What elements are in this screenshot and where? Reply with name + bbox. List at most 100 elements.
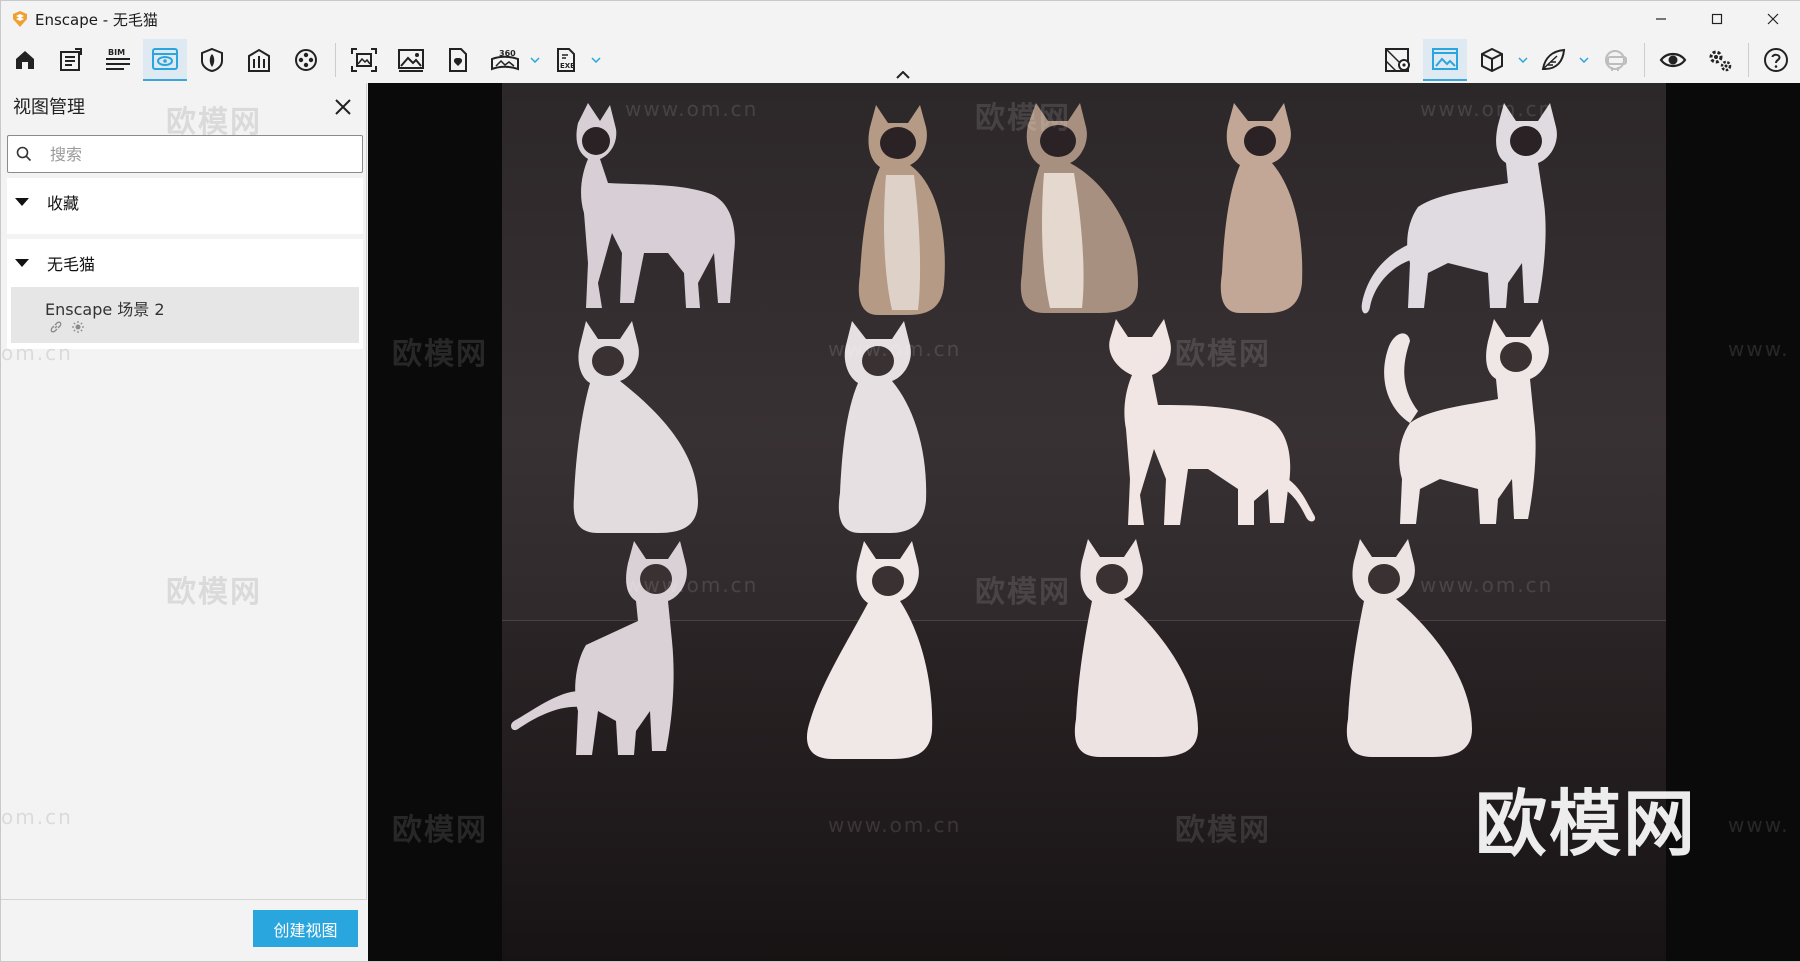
watermark-text: 欧模网 [975, 101, 1071, 136]
search-icon [16, 146, 32, 162]
watermark-text: 欧模网 [1175, 813, 1271, 848]
sphynx-cat-image [576, 103, 735, 308]
sun-icon [72, 321, 84, 333]
watermark-url: www. [1728, 337, 1790, 361]
panorama-button[interactable]: 360 [483, 39, 527, 81]
globe-shield-icon [201, 47, 223, 73]
watermark-url: www.om.cn [625, 97, 759, 121]
view-management-button[interactable] [143, 39, 187, 81]
create-view-button[interactable]: 创建视图 [253, 910, 358, 947]
watermark-url: om.cn [1, 805, 73, 829]
triangle-down-icon [15, 259, 29, 267]
minimap-button[interactable] [1376, 39, 1420, 81]
window-title: Enscape - 无毛猫 [35, 10, 158, 29]
watermark-url: www.om.cn [625, 573, 759, 597]
bim-list-icon: BIM [106, 48, 130, 70]
watermark-url: www.om.cn [1420, 573, 1554, 597]
export-dropdown[interactable] [589, 47, 603, 73]
svg-text:EXE: EXE [560, 62, 575, 70]
watermark-url: www.om.cn [1420, 97, 1554, 121]
general-settings-button[interactable] [1698, 39, 1742, 81]
bim-button[interactable]: BIM [96, 39, 140, 81]
atmosphere-button[interactable] [190, 39, 234, 81]
watermark-url: om.cn [1, 341, 73, 365]
view-mode-button[interactable] [1470, 39, 1514, 81]
watermark-text: 欧模网 [1175, 337, 1271, 372]
watermark-url: www.om.cn [828, 337, 962, 361]
material-dropdown[interactable] [1577, 47, 1591, 73]
close-icon [1767, 13, 1779, 25]
panorama-360-icon: 360 [491, 49, 519, 71]
watermark-logo-text: 欧模网 [1475, 782, 1698, 866]
watermark-text: 欧模网 [166, 105, 262, 140]
capture-frame-icon [351, 48, 377, 72]
watermark-text: 欧模网 [392, 813, 488, 848]
home-icon [16, 51, 34, 69]
film-reel-icon [295, 49, 317, 71]
vr-headset-icon [1605, 50, 1627, 71]
chevron-down-icon [591, 57, 601, 63]
sphynx-cat-image [806, 541, 933, 759]
batch-render-button[interactable] [389, 39, 433, 81]
sphynx-cat-image [1361, 103, 1557, 314]
view-management-panel: 视图管理 收藏 无毛猫 Enscape 场景 2 [1, 83, 367, 961]
view-item[interactable]: Enscape 场景 2 [11, 287, 359, 343]
exe-file-icon: EXE [557, 48, 575, 72]
maximize-button[interactable] [1689, 1, 1745, 37]
panorama-dropdown[interactable] [528, 47, 542, 73]
collapse-toolbar-button[interactable] [893, 67, 913, 83]
panel-footer: 创建视图 [1, 899, 367, 961]
vr-headset-button[interactable] [1594, 39, 1638, 81]
watermark-url: www.om.cn [828, 813, 962, 837]
video-editor-button[interactable] [284, 39, 328, 81]
chevron-down-icon [1579, 57, 1589, 63]
favorites-header[interactable]: 收藏 [7, 178, 363, 226]
sphynx-cat-image [573, 321, 698, 533]
visual-settings-button[interactable] [1651, 39, 1695, 81]
sphynx-cat-image [1384, 319, 1549, 524]
sphynx-cat-image [1074, 539, 1198, 757]
render-viewport[interactable]: 欧模网 www.om.cn www.om.cn 欧模网 www.om.cn 欧模… [368, 83, 1800, 961]
chevron-down-icon [1518, 57, 1528, 63]
view-mode-dropdown[interactable] [1516, 47, 1530, 73]
close-window-button[interactable] [1745, 1, 1800, 37]
map-pin-icon [1385, 48, 1410, 72]
help-button[interactable] [1754, 39, 1798, 81]
link-icon [50, 321, 62, 333]
watermark-text: 欧模网 [392, 337, 488, 372]
scene-group-header[interactable]: 无毛猫 [7, 239, 363, 287]
chevron-down-icon [530, 57, 540, 63]
file-export-icon [449, 48, 467, 72]
export-pdf-button[interactable] [436, 39, 480, 81]
watermark-url: www. [1728, 813, 1790, 837]
cube-icon [1481, 47, 1503, 73]
watermark-text: 欧模网 [975, 575, 1071, 610]
eye-icon [1659, 52, 1687, 68]
screenshot-button[interactable] [342, 39, 386, 81]
render-window-button[interactable] [1423, 39, 1467, 81]
panel-title: 视图管理 [13, 97, 85, 118]
search-input[interactable] [50, 144, 340, 164]
eye-window-icon [152, 48, 178, 70]
minimize-button[interactable] [1633, 1, 1689, 37]
asset-library-button[interactable] [237, 39, 281, 81]
chevron-up-icon [896, 71, 910, 79]
sphynx-cat-image [1220, 103, 1303, 313]
triangle-down-icon [15, 198, 29, 206]
material-editor-button[interactable] [1531, 39, 1575, 81]
question-mark-icon [1764, 48, 1788, 72]
image-window-icon [1432, 48, 1458, 70]
close-panel-button[interactable] [331, 95, 355, 119]
enscape-window: Enscape - 无毛猫 BIM 360 EXE 视图管理 搜索 收藏 无毛猫… [0, 0, 1800, 962]
export-exe-button[interactable]: EXE [544, 39, 588, 81]
favorites-label: 收藏 [47, 194, 80, 213]
enscape-logo-icon [13, 11, 27, 27]
home-button[interactable] [3, 39, 47, 81]
building-icon [248, 48, 270, 72]
scene-group-label: 无毛猫 [47, 255, 96, 274]
minimize-icon [1656, 18, 1666, 20]
title-bar: Enscape - 无毛猫 [1, 1, 1800, 37]
project-info-button[interactable] [49, 39, 93, 81]
close-icon [335, 99, 351, 115]
view-item-name: Enscape 场景 2 [45, 300, 165, 319]
